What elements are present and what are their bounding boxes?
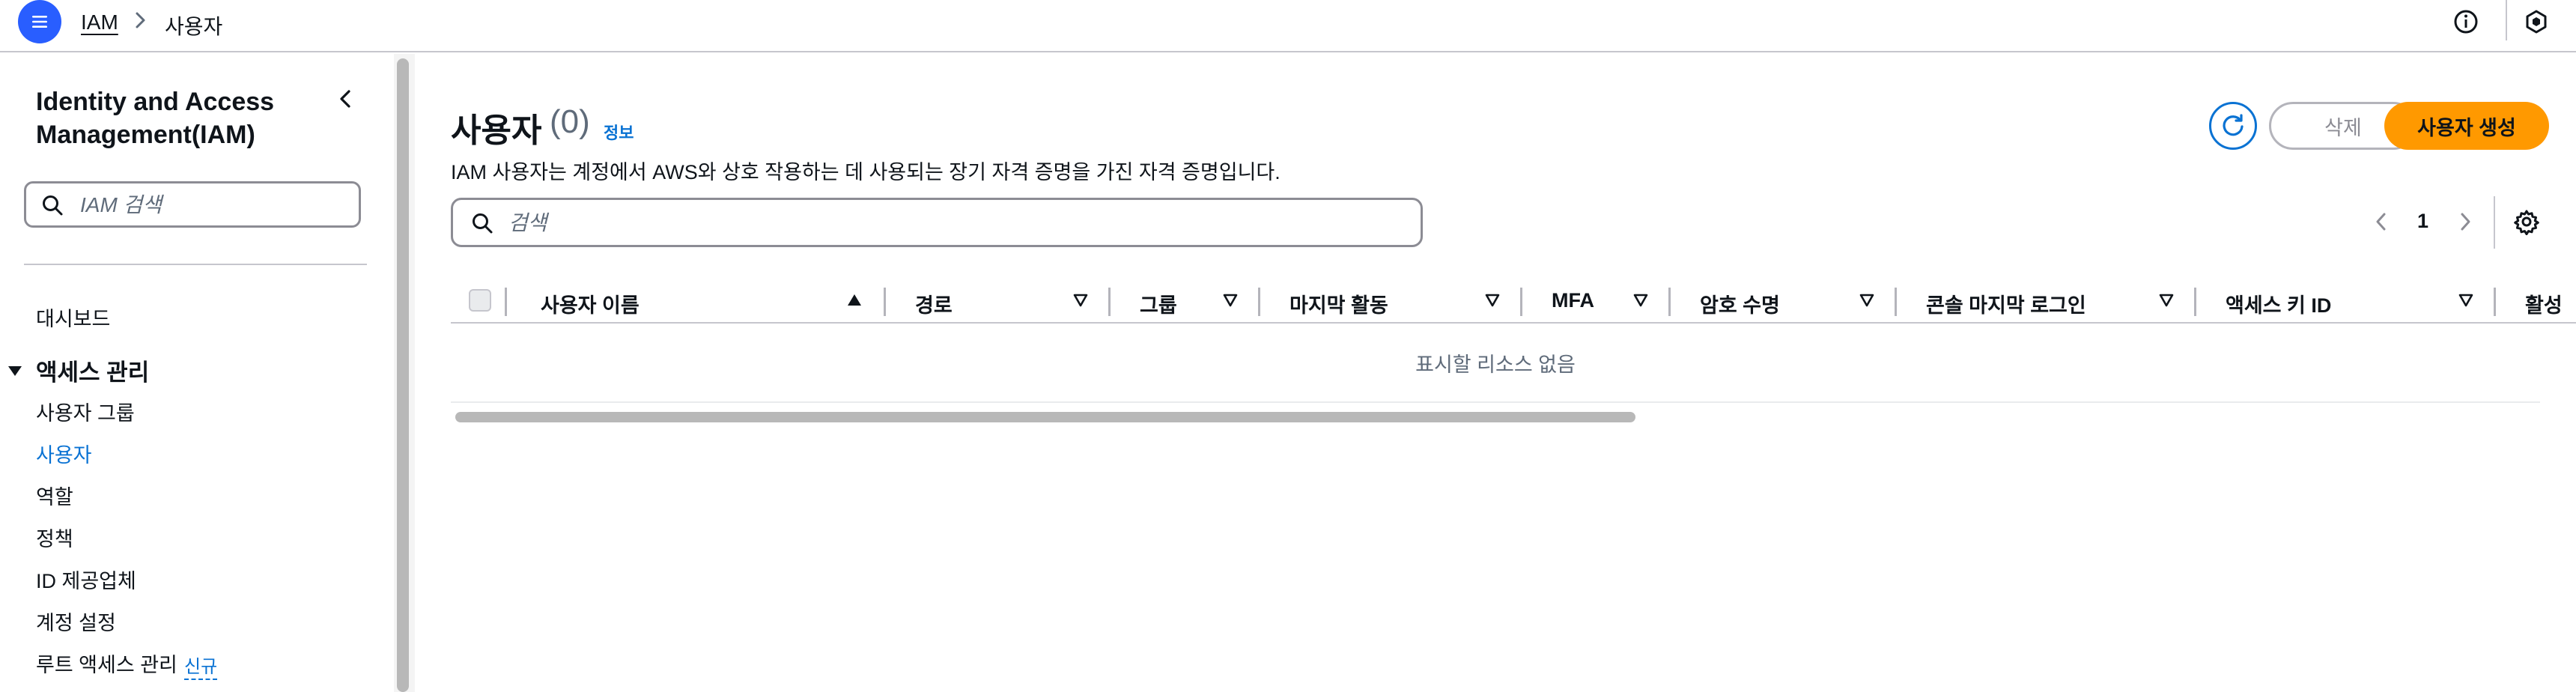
column-header-console-last-sign-in[interactable]: 콘솔 마지막 로그인 [1926,289,2086,318]
collapse-sidebar-icon[interactable] [334,85,356,112]
breadcrumb-iam[interactable]: IAM [81,10,118,34]
hamburger-icon [32,16,47,28]
refresh-icon [2223,114,2244,136]
sidebar-item-identity-providers[interactable]: ID 제공업체 [36,565,136,594]
empty-state: 표시할 리소스 없음 [451,324,2540,403]
security-hub-icon[interactable] [2524,9,2549,34]
column-separator[interactable] [1520,288,1522,316]
users-search-input[interactable] [508,207,1392,239]
column-header-active[interactable]: 활성 [2525,289,2570,318]
search-icon [43,195,63,216]
column-separator[interactable] [884,288,886,316]
caret-down-icon [8,365,22,376]
column-separator[interactable] [2494,288,2496,316]
sidebar-title[interactable]: Identity and Access Management(IAM) [36,85,321,151]
column-separator[interactable] [1258,288,1260,316]
page-number[interactable]: 1 [2417,210,2428,233]
sort-icon[interactable] [2158,292,2175,309]
sidebar-divider [24,264,367,265]
sidebar-search[interactable] [24,181,361,228]
sidebar-search-input[interactable] [80,189,350,221]
user-count: (0) [550,103,590,140]
sidebar-item-user-groups[interactable]: 사용자 그룹 [36,397,135,426]
sidebar-item-account-settings[interactable]: 계정 설정 [36,607,116,636]
breadcrumb-current: 사용자 [165,15,223,38]
sort-icon[interactable] [1484,292,1501,309]
column-header-mfa[interactable]: MFA [1552,289,1594,312]
sidebar-section-access-management[interactable]: 액세스 관리 [6,353,149,387]
info-icon[interactable] [2453,9,2479,34]
previous-page-icon[interactable] [2372,208,2390,235]
column-separator[interactable] [2194,288,2196,316]
sidebar-item-policies[interactable]: 정책 [36,523,73,552]
menu-button[interactable] [18,0,61,43]
page-description: IAM 사용자는 계정에서 AWS와 상호 작용하는 데 사용되는 장기 자격 … [451,161,1281,183]
page-title: 사용자 [451,112,542,149]
users-table-header: 사용자 이름 경로 그룹 마지막 활동 MFA 암호 수명 콘솔 마지막 로그인… [451,277,2576,324]
info-link[interactable]: 정보 [604,120,634,144]
column-separator[interactable] [1108,288,1111,316]
sidebar-item-root-access-management[interactable]: 루트 액세스 관리 [36,649,177,678]
top-navigation: IAM 사용자 [0,0,2576,52]
sort-icon[interactable] [1859,292,1875,309]
sort-icon[interactable] [1222,292,1239,309]
column-header-path[interactable]: 경로 [915,289,953,318]
main-content: 사용자 (0) 정보 IAM 사용자는 계정에서 AWS와 상호 작용하는 데 … [415,54,2576,692]
next-page-icon[interactable] [2456,208,2474,235]
column-separator[interactable] [1668,288,1671,316]
sidebar-section-label: 액세스 관리 [36,359,150,386]
column-separator[interactable] [505,288,507,316]
settings-gear-icon[interactable] [2513,208,2540,235]
select-all-checkbox[interactable] [469,289,491,312]
sidebar-item-roles[interactable]: 역할 [36,481,73,510]
sort-ascending-icon[interactable] [846,292,863,309]
column-header-password-age[interactable]: 암호 수명 [1700,289,1780,318]
refresh-button[interactable] [2209,102,2257,150]
sidebar-item-users[interactable]: 사용자 [36,439,92,468]
chevron-right-icon [136,12,145,28]
sidebar-scrollbar[interactable] [397,58,409,692]
create-user-button[interactable]: 사용자 생성 [2384,102,2549,150]
sidebar: Identity and Access Management(IAM) 대시보드… [0,54,394,692]
new-badge[interactable]: 신규 [184,656,218,680]
column-header-last-activity[interactable]: 마지막 활동 [1289,289,1388,318]
column-separator[interactable] [1895,288,1897,316]
sort-icon[interactable] [2458,292,2474,309]
table-horizontal-scrollbar[interactable] [455,412,1635,422]
sort-icon[interactable] [1632,292,1649,309]
sidebar-item-dashboard[interactable]: 대시보드 [36,303,110,332]
search-icon [473,213,493,234]
users-search[interactable] [451,198,1423,247]
column-header-access-key-id[interactable]: 액세스 키 ID [2226,289,2331,318]
sort-icon[interactable] [1072,292,1089,309]
topbar-divider [2506,0,2507,40]
column-header-groups[interactable]: 그룹 [1140,289,1177,318]
column-header-username[interactable]: 사용자 이름 [541,289,640,318]
pagination-divider [2494,196,2495,249]
